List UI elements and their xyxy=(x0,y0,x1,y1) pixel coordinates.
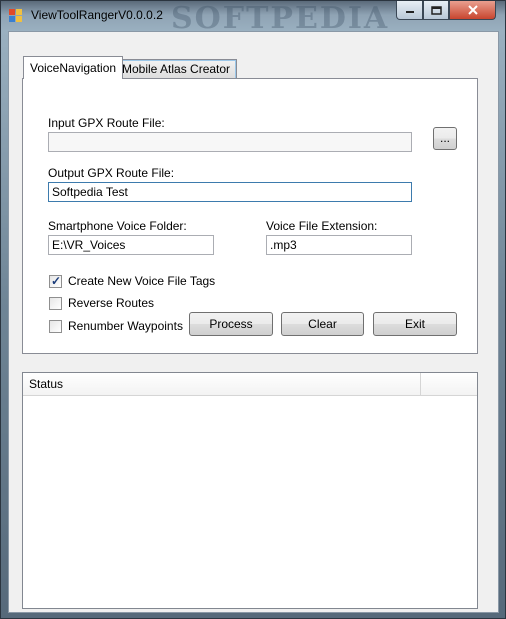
app-window: ViewToolRangerV0.0.0.2 SOFTPEDIA VoiceNa… xyxy=(0,0,506,619)
output-gpx-field[interactable] xyxy=(48,182,412,202)
status-list[interactable]: Status xyxy=(22,372,478,609)
clear-button[interactable]: Clear xyxy=(281,312,364,336)
voice-ext-field[interactable] xyxy=(266,235,412,255)
minimize-icon xyxy=(405,11,414,13)
voice-ext-label: Voice File Extension: xyxy=(266,219,378,233)
title-bar[interactable]: ViewToolRangerV0.0.0.2 SOFTPEDIA xyxy=(1,1,505,36)
tab-mobile-atlas-creator[interactable]: Mobile Atlas Creator xyxy=(115,59,238,79)
column-separator[interactable] xyxy=(420,373,421,395)
input-gpx-field[interactable] xyxy=(48,132,412,152)
reverse-routes-checkbox[interactable] xyxy=(49,297,62,310)
output-gpx-label: Output GPX Route File: xyxy=(48,166,175,180)
create-voice-tags-checkbox[interactable] xyxy=(49,274,62,288)
close-button[interactable] xyxy=(449,1,496,20)
voice-navigation-panel: Input GPX Route File: ... Output GPX Rou… xyxy=(22,78,478,354)
tab-voice-navigation[interactable]: VoiceNavigation xyxy=(23,56,124,79)
exit-button[interactable]: Exit xyxy=(373,312,457,336)
close-icon xyxy=(467,5,478,15)
input-gpx-label: Input GPX Route File: xyxy=(48,116,165,130)
app-icon xyxy=(9,9,22,22)
voice-folder-field[interactable] xyxy=(48,235,214,255)
renumber-waypoints-label: Renumber Waypoints xyxy=(68,319,183,333)
create-voice-tags-label: Create New Voice File Tags xyxy=(68,274,216,288)
status-column-header[interactable]: Status xyxy=(29,377,63,391)
reverse-routes-label: Reverse Routes xyxy=(68,296,155,310)
maximize-button[interactable] xyxy=(423,1,449,20)
voice-folder-label: Smartphone Voice Folder: xyxy=(48,219,187,233)
process-button[interactable]: Process xyxy=(189,312,273,336)
browse-button[interactable]: ... xyxy=(433,127,457,150)
window-title: ViewToolRangerV0.0.0.2 xyxy=(31,8,163,22)
minimize-button[interactable] xyxy=(396,1,423,20)
maximize-icon xyxy=(430,5,442,15)
client-area: VoiceNavigation Mobile Atlas Creator Inp… xyxy=(8,31,499,613)
status-header[interactable]: Status xyxy=(23,373,477,396)
renumber-waypoints-checkbox[interactable] xyxy=(49,320,62,333)
